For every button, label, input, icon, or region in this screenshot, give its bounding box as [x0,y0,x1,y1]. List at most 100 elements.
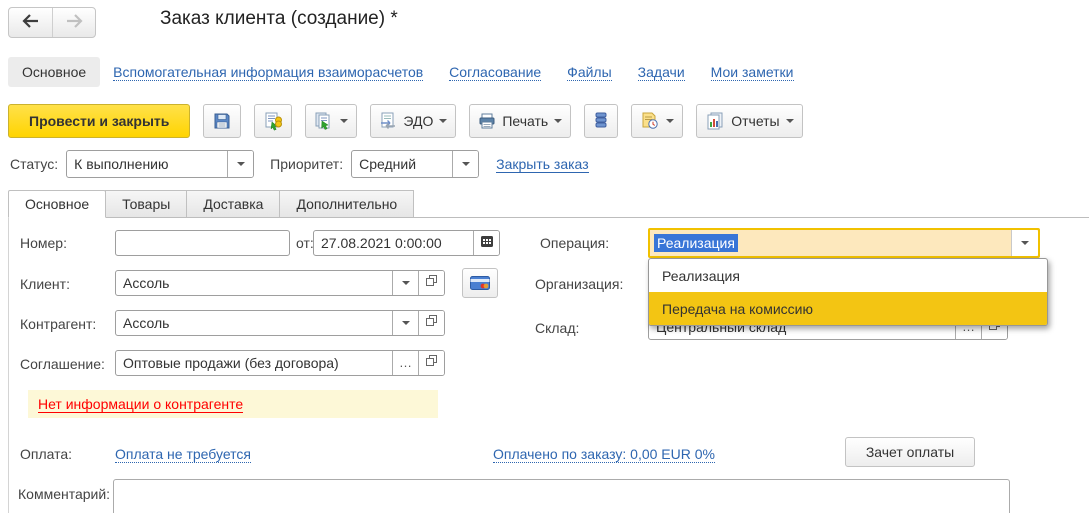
calendar-icon [480,234,494,253]
nav-tab-approval[interactable]: Согласование [449,64,542,81]
calendar-button[interactable] [473,231,499,255]
operation-dropdown-list: Реализация Передача на комиссию [648,258,1048,326]
no-counterparty-info-link[interactable]: Нет информации о контрагенте [38,396,244,413]
date-label: от: [296,235,314,251]
open-icon [425,354,438,372]
edo-button-label: ЭДО [403,113,434,129]
open-icon [425,274,438,292]
nav-tab-settlement-info[interactable]: Вспомогательная информация взаиморасчето… [113,64,424,81]
counterparty-label: Контрагент: [20,316,97,332]
operation-dropdown-button[interactable] [1011,230,1038,256]
open-icon [425,314,438,332]
payment-label: Оплата: [20,446,73,462]
number-input[interactable] [115,230,290,256]
create-based-on-icon [314,111,334,131]
chevron-down-icon [401,281,410,285]
nav-tab-main[interactable]: Основное [8,57,101,87]
reminder-button[interactable] [631,104,684,138]
status-dropdown-button[interactable] [227,151,254,177]
form-tab-delivery[interactable]: Доставка [186,190,281,218]
chevron-down-icon [461,162,470,166]
back-button[interactable] [9,8,52,37]
reminder-caret-icon [666,119,675,123]
toolbar: Провести и закрыть ЭДО Печать Отчеты [8,104,803,138]
forward-arrow-icon [65,14,83,31]
form-tab-additional[interactable]: Дополнительно [279,190,415,218]
print-icon [478,112,496,130]
operation-select[interactable]: Реализация [648,228,1040,258]
payment-card-button[interactable] [462,268,498,298]
operation-value: Реализация [654,234,738,252]
operation-option-realization[interactable]: Реализация [649,259,1047,292]
create-based-on-caret-icon [340,119,349,123]
reports-caret-icon [785,119,794,123]
history-nav [8,7,96,38]
edo-button[interactable]: ЭДО [370,104,457,138]
client-dropdown-button[interactable] [392,271,418,295]
reports-icon [705,111,725,131]
forward-button[interactable] [52,8,95,37]
counterparty-open-button[interactable] [418,311,444,335]
client-input[interactable]: Ассоль [115,270,445,296]
comment-label: Комментарий: [18,486,111,502]
edo-icon [379,112,397,130]
client-open-button[interactable] [418,271,444,295]
comment-textarea[interactable] [113,479,1010,513]
paid-by-order-link[interactable]: Оплачено по заказу: 0,00 EUR 0% [493,446,715,463]
priority-dropdown-button[interactable] [452,151,479,177]
payment-not-required-link[interactable]: Оплата не требуется [115,446,251,463]
agreement-label: Соглашение: [20,356,105,372]
operation-option-commission-transfer[interactable]: Передача на комиссию [649,292,1047,325]
document-clock-icon [640,111,660,131]
client-value: Ассоль [123,275,170,291]
status-select[interactable]: К выполнению [66,150,255,178]
edo-caret-icon [439,119,448,123]
warehouse-label: Склад: [535,320,580,336]
status-value: К выполнению [74,156,169,172]
operation-label: Операция: [540,235,610,251]
nav-tab-files[interactable]: Файлы [567,64,612,81]
number-label: Номер: [20,235,67,251]
chevron-down-icon [401,321,410,325]
status-label: Статус: [10,156,59,172]
agreement-open-button[interactable] [418,351,444,375]
nav-tab-my-notes[interactable]: Мои заметки [710,64,794,81]
create-based-on-button[interactable] [305,104,358,138]
priority-label: Приоритет: [270,156,344,172]
back-arrow-icon [21,14,40,31]
form-tab-main[interactable]: Основное [8,190,107,218]
chevron-down-icon [1021,241,1029,245]
print-button-label: Печать [502,113,549,129]
save-icon [212,111,232,131]
navigation-tabs: Основное Вспомогательная информация взаи… [8,56,820,88]
close-order-link[interactable]: Закрыть заказ [496,156,589,173]
client-label: Клиент: [20,276,70,292]
counterparty-input[interactable]: Ассоль [115,310,445,336]
page-title: Заказ клиента (создание) * [160,8,398,29]
agreement-select-button[interactable]: … [392,351,418,375]
form-tab-goods[interactable]: Товары [105,190,188,218]
nav-tab-tasks[interactable]: Задачи [637,64,685,81]
agreement-value: Оптовые продажи (без договора) [123,355,339,371]
payment-card-icon [470,276,490,290]
counterparty-value: Ассоль [123,315,170,331]
customer-order-window: Заказ клиента (создание) * Основное Вспо… [0,0,1089,513]
post-document-button[interactable] [254,104,293,138]
reports-button-label: Отчеты [731,113,780,129]
priority-value: Средний [359,156,417,172]
chevron-down-icon [236,162,245,166]
print-button[interactable]: Печать [469,104,572,138]
post-and-close-button[interactable]: Провести и закрыть [8,104,191,138]
save-button[interactable] [203,104,242,138]
agreement-input[interactable]: Оптовые продажи (без договора) … [115,350,445,376]
counterparty-dropdown-button[interactable] [392,311,418,335]
priority-select[interactable]: Средний [351,150,480,178]
print-caret-icon [554,119,563,123]
reports-button[interactable]: Отчеты [696,104,803,138]
register-records-button[interactable] [584,104,619,138]
date-input[interactable]: 27.08.2021 0:00:00 [313,230,500,256]
date-value: 27.08.2021 0:00:00 [321,235,442,251]
form-tabs: Основное Товары Доставка Дополнительно [8,190,415,218]
status-row: Статус: К выполнению Приоритет: Средний … [10,150,589,178]
organization-label: Организация: [535,276,624,292]
